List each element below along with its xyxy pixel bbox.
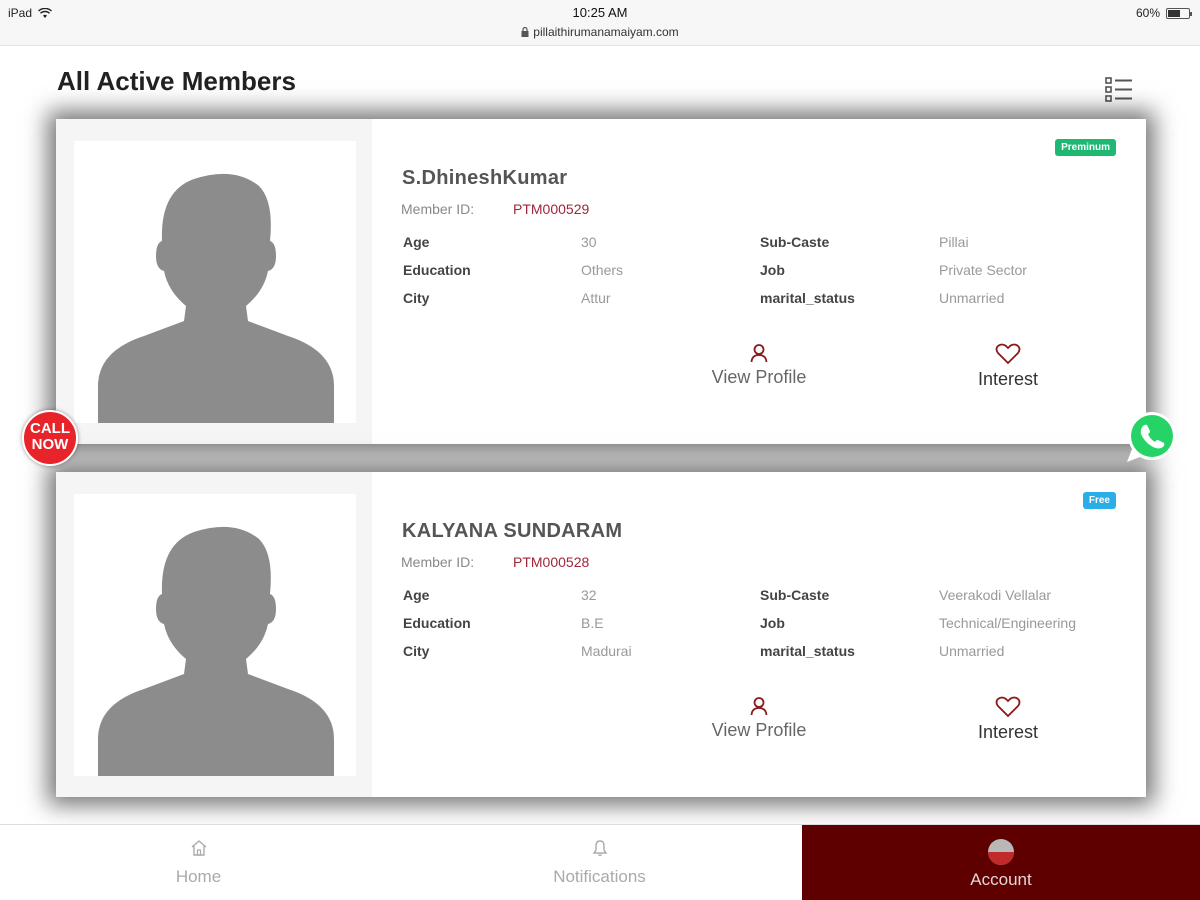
age-value: 32 [581, 587, 597, 603]
whatsapp-button[interactable] [1124, 409, 1180, 465]
city-value: Madurai [581, 643, 632, 659]
city-label: City [403, 643, 430, 659]
status-right: 60% [1135, 6, 1192, 20]
job-label: Job [760, 615, 785, 631]
sub-caste-label: Sub-Caste [760, 587, 830, 603]
bottom-nav: Home Notifications Account [0, 824, 1200, 900]
clock: 10:25 AM [572, 5, 628, 20]
member-card: Preminum S.DhineshKumar Member ID: PTM00… [56, 119, 1146, 444]
nav-home[interactable]: Home [0, 825, 397, 900]
education-value: Others [581, 262, 624, 278]
view-profile-button[interactable]: View Profile [702, 696, 816, 741]
address-bar[interactable]: pillaithirumanamaiyam.com [0, 25, 1200, 39]
member-id-value: PTM000529 [513, 201, 590, 217]
age-label: Age [403, 587, 430, 603]
sub-caste-value: Pillai [939, 234, 969, 250]
view-profile-button[interactable]: View Profile [702, 343, 816, 388]
membership-badge: Free [1082, 492, 1116, 509]
call-now-line2: NOW [31, 436, 69, 453]
heart-icon [995, 696, 1021, 718]
bell-icon [592, 840, 607, 857]
call-now-line1: CALL [30, 420, 70, 437]
sub-caste-value: Veerakodi Vellalar [939, 587, 1052, 603]
member-name[interactable]: KALYANA SUNDARAM [402, 520, 622, 543]
marital-status-label: marital_status [760, 643, 855, 659]
nav-notifications[interactable]: Notifications [397, 825, 802, 900]
lock-icon [521, 26, 529, 37]
job-label: Job [760, 262, 785, 278]
battery-percent: 60% [1135, 6, 1160, 20]
battery-fill [1168, 9, 1180, 17]
membership-badge: Preminum [1055, 139, 1116, 156]
education-label: Education [403, 262, 471, 278]
job-value: Private Sector [939, 262, 1027, 278]
nav-notifications-label: Notifications [553, 867, 646, 886]
user-icon [750, 697, 768, 716]
interest-label: Interest [977, 369, 1039, 389]
education-label: Education [403, 615, 471, 631]
whatsapp-icon [1127, 412, 1176, 462]
member-id-value: PTM000528 [513, 554, 590, 570]
person-silhouette-icon [98, 173, 334, 423]
sub-caste-label: Sub-Caste [760, 234, 830, 250]
avatar-placeholder [74, 494, 356, 776]
battery-icon [1166, 7, 1192, 19]
age-value: 30 [581, 234, 597, 250]
home-icon [191, 840, 206, 856]
member-card: Free KALYANA SUNDARAM Member ID: PTM0005… [56, 472, 1146, 797]
marital-status-label: marital_status [760, 290, 855, 306]
member-details: Free KALYANA SUNDARAM Member ID: PTM0005… [372, 472, 1146, 797]
status-bar: iPad 10:25 AM pillaithirumanamaiyam.com … [0, 0, 1200, 46]
city-value: Attur [581, 290, 611, 306]
member-id-label: Member ID: [401, 554, 475, 570]
view-profile-label: View Profile [711, 720, 807, 740]
city-label: City [403, 290, 430, 306]
member-id-label: Member ID: [401, 201, 475, 217]
education-value: B.E [581, 615, 604, 631]
job-value: Technical/Engineering [939, 615, 1076, 631]
member-name[interactable]: S.DhineshKumar [402, 167, 567, 190]
member-photo[interactable] [56, 119, 372, 444]
call-now-button[interactable]: CALL NOW [22, 410, 78, 466]
nav-account[interactable]: Account [802, 825, 1200, 900]
interest-button[interactable]: Interest [968, 343, 1048, 390]
avatar [988, 839, 1014, 865]
url-text: pillaithirumanamaiyam.com [533, 25, 679, 39]
avatar-placeholder [74, 141, 356, 423]
nav-home-label: Home [175, 867, 222, 886]
marital-status-value: Unmarried [939, 290, 1005, 306]
page-title: All Active Members [57, 66, 296, 96]
member-details: Preminum S.DhineshKumar Member ID: PTM00… [372, 119, 1146, 444]
view-profile-label: View Profile [711, 367, 807, 387]
member-photo[interactable] [56, 472, 372, 797]
nav-account-label: Account [970, 870, 1032, 889]
interest-label: Interest [977, 722, 1039, 742]
list-view-icon[interactable] [1104, 76, 1134, 104]
heart-icon [995, 343, 1021, 365]
age-label: Age [403, 234, 430, 250]
marital-status-value: Unmarried [939, 643, 1005, 659]
user-icon [750, 344, 768, 363]
interest-button[interactable]: Interest [968, 696, 1048, 743]
person-silhouette-icon [98, 526, 334, 776]
